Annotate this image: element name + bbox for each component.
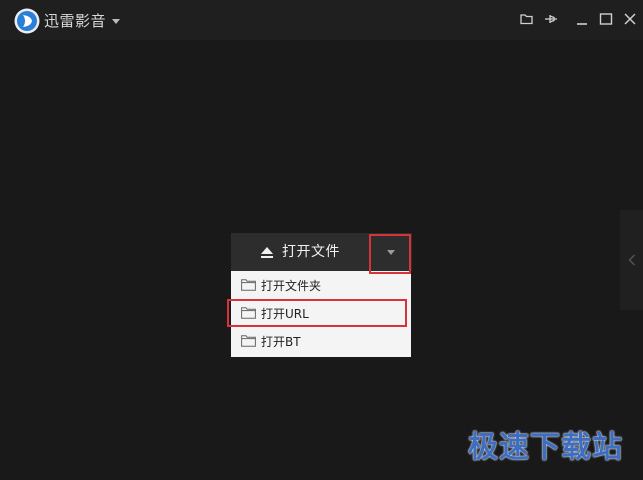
minimize-icon[interactable] (574, 11, 590, 27)
app-logo-icon[interactable] (14, 8, 40, 34)
open-file-label: 打开文件 (282, 244, 340, 260)
eject-icon (261, 246, 273, 258)
open-folder-icon[interactable] (519, 11, 535, 27)
folder-icon (241, 279, 256, 291)
playlist-toggle-tab[interactable] (620, 210, 643, 310)
pin-icon[interactable] (543, 11, 559, 27)
open-dropdown-button[interactable] (369, 233, 412, 271)
menu-item-label: 打开文件夹 (261, 278, 322, 293)
chevron-left-icon (628, 254, 635, 266)
chevron-down-icon (387, 250, 395, 255)
open-file-button[interactable]: 打开文件 (231, 233, 369, 271)
menu-item-label: 打开BT (261, 334, 301, 349)
player-window: 迅雷影音 打开文件 打开文件夹 打开URL 打开BT 极速下载站 (0, 0, 643, 480)
app-menu-caret-icon[interactable] (112, 19, 120, 24)
open-menu: 打开文件夹 打开URL 打开BT (231, 271, 411, 357)
title-bar: 迅雷影音 (0, 0, 643, 40)
close-icon[interactable] (622, 11, 638, 27)
menu-item-label: 打开URL (261, 306, 309, 321)
menu-item-open-folder[interactable]: 打开文件夹 (231, 271, 411, 299)
maximize-icon[interactable] (598, 11, 614, 27)
menu-item-open-bt[interactable]: 打开BT (231, 327, 411, 355)
menu-item-open-url[interactable]: 打开URL (231, 299, 411, 327)
app-title[interactable]: 迅雷影音 (44, 10, 106, 32)
folder-icon (241, 335, 256, 347)
open-file-panel: 打开文件 打开文件夹 打开URL 打开BT (231, 233, 412, 357)
folder-icon (241, 307, 256, 319)
watermark-text: 极速下载站 (468, 430, 623, 465)
